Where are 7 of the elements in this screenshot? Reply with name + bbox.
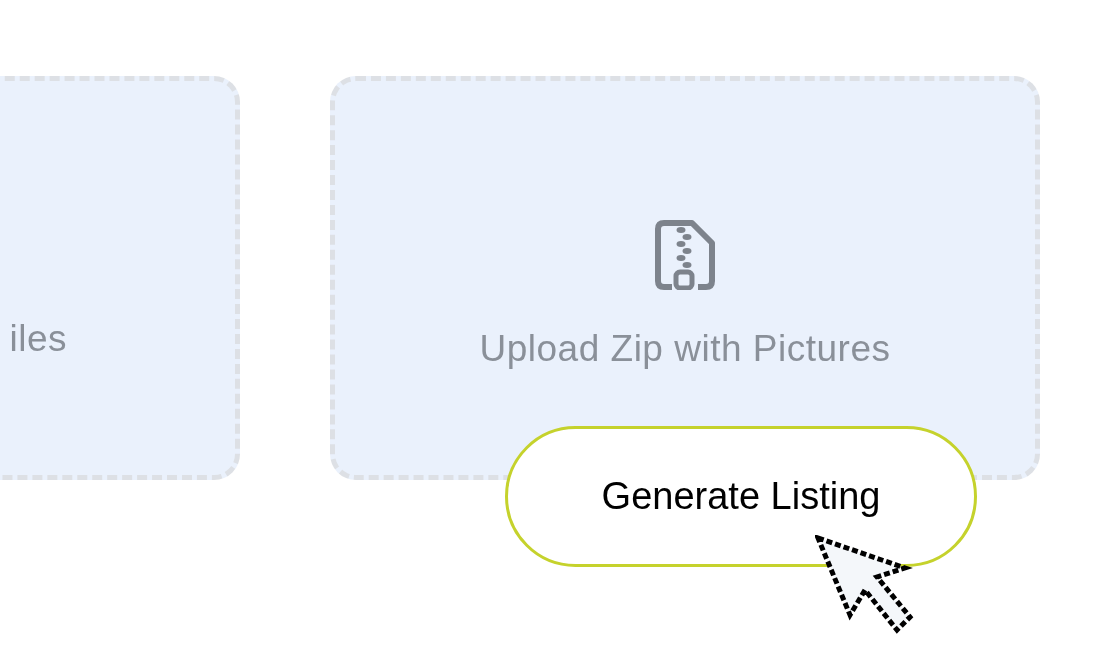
zip-file-icon <box>654 220 716 290</box>
upload-dropzone[interactable]: iles <box>0 76 240 480</box>
upload-label: Upload Zip with Pictures <box>479 328 891 370</box>
upload-label: iles <box>9 318 67 360</box>
generate-listing-button[interactable]: Generate Listing <box>505 426 977 567</box>
upload-dropzone[interactable]: Upload Zip with Pictures <box>330 76 1040 480</box>
pointer-cursor-icon <box>815 535 915 635</box>
